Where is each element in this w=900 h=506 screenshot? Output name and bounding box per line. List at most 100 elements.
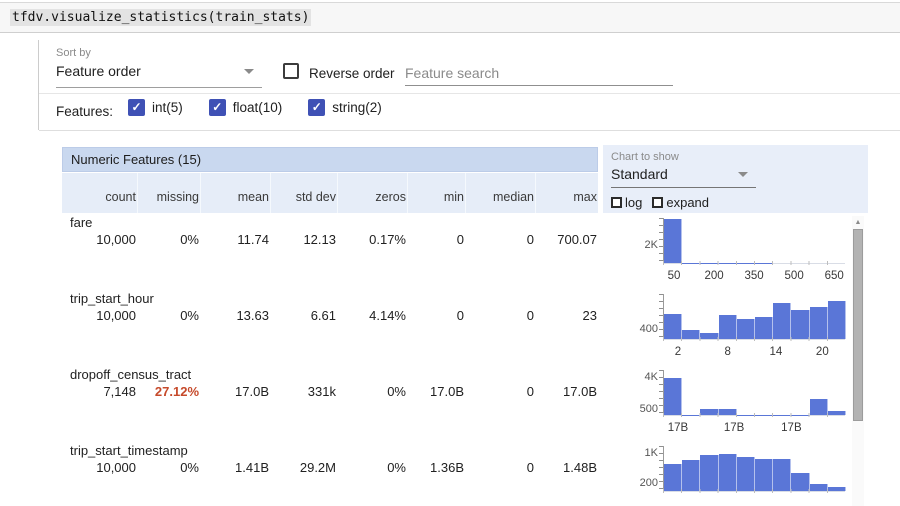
x-tick-label: 200: [692, 270, 736, 282]
code-cell[interactable]: tfdv.visualize_statistics(train_stats): [0, 2, 900, 33]
value-cell: 13.63: [200, 308, 270, 323]
log-checkbox[interactable]: [611, 197, 622, 208]
feature-search-input[interactable]: [405, 60, 673, 86]
histogram-bar: [682, 460, 700, 491]
histogram-bar: [664, 219, 682, 263]
table-row: dropoff_census_tract7,14827.12%17.0B331k…: [62, 365, 598, 441]
x-tick-label: 2: [656, 346, 700, 358]
table-header-row: countmissingmeanstd devzerosminmedianmax: [62, 173, 598, 213]
log-label: log: [625, 195, 642, 210]
chart-type-underline: [611, 187, 756, 188]
feature-type-filters: ✓int(5)✓float(10)✓string(2): [128, 99, 382, 116]
value-cell: 10,000: [62, 232, 137, 247]
checkbox-checked-icon[interactable]: ✓: [308, 99, 325, 116]
value-cell: 0%: [137, 460, 200, 475]
feature-name: fare: [70, 215, 92, 230]
histogram-plot[interactable]: 4K50017B17B17B: [663, 370, 845, 415]
y-tick-label: 400: [606, 323, 658, 335]
histogram-bar: [737, 457, 755, 492]
value-cell: 29.2M: [270, 460, 337, 475]
value-cell: 17.0B: [407, 384, 465, 399]
expand-checkbox[interactable]: [652, 197, 663, 208]
histogram-plot[interactable]: 2K50200350500650: [663, 218, 845, 263]
histogram-trip_start_timestamp: 1K200: [603, 443, 853, 506]
chart-options: log expand: [611, 195, 709, 210]
histogram-bar: [810, 307, 828, 339]
histogram-plot[interactable]: 400281420: [663, 294, 845, 339]
value-cell: 1.36B: [407, 460, 465, 475]
charts-scrollbar[interactable]: ▲: [852, 216, 864, 506]
value-cell: 0: [407, 308, 465, 323]
feature-type-filter[interactable]: ✓ string(2): [308, 99, 382, 116]
x-tick-label: 17B: [712, 422, 756, 434]
y-tick-label: 1K: [606, 447, 658, 459]
value-cell: 17.0B: [200, 384, 270, 399]
column-header: zeros: [337, 173, 407, 213]
table-row: fare10,0000%11.7412.130.17%00700.07: [62, 213, 598, 289]
charts-area: 2K50200350500650 400281420 4K50017B17B17B 1…: [603, 215, 853, 506]
feature-values: 10,0000%1.41B29.2M0%1.36B01.48B: [62, 460, 598, 475]
x-tick-label: 500: [772, 270, 816, 282]
x-tick-label: 17B: [769, 422, 813, 434]
reverse-order-checkbox[interactable]: [283, 63, 299, 79]
feature-name: trip_start_timestamp: [70, 443, 188, 458]
reverse-order-label: Reverse order: [309, 66, 395, 81]
value-cell: 0: [407, 232, 465, 247]
feature-name: dropoff_census_tract: [70, 367, 191, 382]
feature-values: 10,0000%11.7412.130.17%00700.07: [62, 232, 598, 247]
scroll-up-icon[interactable]: ▲: [852, 216, 864, 229]
value-cell: 331k: [270, 384, 337, 399]
log-toggle[interactable]: log: [611, 195, 642, 210]
chevron-down-icon: [244, 69, 254, 74]
tfdv-statistics-widget: tfdv.visualize_statistics(train_stats) S…: [0, 0, 900, 506]
sort-by-value: Feature order: [56, 63, 141, 79]
column-header: min: [407, 173, 465, 213]
x-tick-label: 20: [800, 346, 844, 358]
chart-controls-panel: Chart to show Standard log expand: [603, 145, 868, 213]
value-cell: 0.17%: [337, 232, 407, 247]
feature-type-filter[interactable]: ✓int(5): [128, 99, 183, 116]
x-tick-label: 8: [706, 346, 750, 358]
column-header: mean: [200, 173, 270, 213]
chart-type-dropdown[interactable]: Standard: [611, 166, 756, 182]
value-cell: 700.07: [535, 232, 598, 247]
feature-values: 7,14827.12%17.0B331k0%17.0B017.0B: [62, 384, 598, 399]
sort-by-label: Sort by: [56, 47, 91, 59]
value-cell: 0%: [137, 308, 200, 323]
y-tick-label: 4K: [606, 371, 658, 383]
x-axis-ticks: [663, 261, 845, 265]
value-cell: 11.74: [200, 232, 270, 247]
value-cell: 23: [535, 308, 598, 323]
sort-by-dropdown[interactable]: Feature order: [56, 63, 262, 79]
feature-type-label: string(2): [332, 100, 382, 115]
histogram-bar: [719, 315, 737, 339]
x-axis-ticks: [663, 489, 845, 493]
expand-label: expand: [666, 195, 709, 210]
value-cell: 1.48B: [535, 460, 598, 475]
separator: [39, 130, 900, 131]
chevron-down-icon: [738, 172, 748, 177]
widget-left-border: [38, 40, 39, 130]
value-cell: 17.0B: [535, 384, 598, 399]
x-tick-label: 350: [732, 270, 776, 282]
feature-type-filter[interactable]: ✓float(10): [209, 99, 283, 116]
histogram-plot[interactable]: 1K200: [663, 446, 845, 491]
value-cell: 12.13: [270, 232, 337, 247]
histogram-dropoff_census_tract: 4K50017B17B17B: [603, 367, 853, 443]
x-axis-ticks: [663, 337, 845, 341]
value-cell: 0: [465, 460, 535, 475]
numeric-features-table: Numeric Features (15) countmissingmeanst…: [62, 147, 598, 506]
expand-toggle[interactable]: expand: [652, 195, 709, 210]
checkbox-checked-icon[interactable]: ✓: [128, 99, 145, 116]
separator: [39, 93, 900, 94]
table-rows: fare10,0000%11.7412.130.17%00700.07trip_…: [62, 213, 598, 506]
histogram-bar: [773, 303, 791, 339]
histogram-bar: [700, 455, 718, 491]
histogram-bar: [755, 459, 773, 491]
chart-type-value: Standard: [611, 166, 668, 182]
value-cell: 0: [465, 384, 535, 399]
value-cell: 6.61: [270, 308, 337, 323]
checkbox-checked-icon[interactable]: ✓: [209, 99, 226, 116]
histogram-trip_start_hour: 400281420: [603, 291, 853, 367]
scrollbar-thumb[interactable]: [853, 229, 863, 421]
